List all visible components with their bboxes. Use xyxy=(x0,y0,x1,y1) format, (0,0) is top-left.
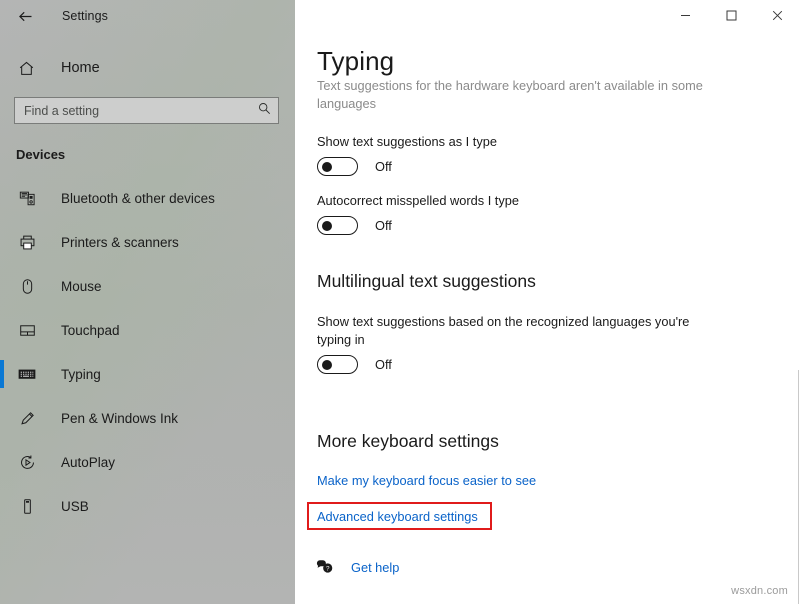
setting-label-multilingual: Show text suggestions based on the recog… xyxy=(317,314,690,347)
sidebar-nav-list: Bluetooth & other devices Printers & sca… xyxy=(0,176,295,528)
keyboard-icon xyxy=(16,363,38,385)
section-heading-more-keyboard: More keyboard settings xyxy=(317,431,499,451)
sidebar-item-label: USB xyxy=(61,498,89,514)
toggle-text-suggestions[interactable] xyxy=(317,157,358,176)
sidebar-item-label: AutoPlay xyxy=(61,454,116,470)
sidebar-item-pen-windows-ink[interactable]: Pen & Windows Ink xyxy=(0,396,295,440)
sidebar-item-autoplay[interactable]: AutoPlay xyxy=(0,440,295,484)
sidebar: Settings Home Devic xyxy=(0,0,295,604)
svg-text:?: ? xyxy=(326,566,330,573)
toggle-multilingual[interactable] xyxy=(317,355,358,374)
search-container xyxy=(14,97,279,124)
toggle-row-multilingual: Off xyxy=(317,355,392,374)
toggle-row-text-suggestions: Off xyxy=(317,157,392,176)
search-icon[interactable] xyxy=(258,102,271,120)
link-make-keyboard-focus-easier[interactable]: Make my keyboard focus easier to see xyxy=(317,473,536,488)
sidebar-item-printers-scanners[interactable]: Printers & scanners xyxy=(0,220,295,264)
sidebar-titlebar: Settings xyxy=(0,0,295,32)
touchpad-icon xyxy=(16,319,38,341)
page-title: Typing xyxy=(317,46,395,77)
sidebar-item-label: Bluetooth & other devices xyxy=(61,190,215,206)
sidebar-item-home[interactable]: Home xyxy=(0,51,295,85)
setting-label-text-suggestions: Show text suggestions as I type xyxy=(317,134,497,149)
toggle-row-autocorrect: Off xyxy=(317,216,392,235)
sidebar-item-bluetooth-other-devices[interactable]: Bluetooth & other devices xyxy=(0,176,295,220)
usb-icon xyxy=(16,495,38,517)
get-help-row[interactable]: ? Get help xyxy=(315,557,399,577)
toggle-autocorrect[interactable] xyxy=(317,216,358,235)
search-input[interactable] xyxy=(15,103,278,118)
search-box[interactable] xyxy=(14,97,279,124)
scroll-track-line[interactable] xyxy=(798,370,799,604)
home-icon xyxy=(16,58,36,78)
sidebar-item-mouse[interactable]: Mouse xyxy=(0,264,295,308)
sidebar-item-touchpad[interactable]: Touchpad xyxy=(0,308,295,352)
section-heading-multilingual: Multilingual text suggestions xyxy=(317,271,536,291)
toggle-state-multilingual: Off xyxy=(375,357,392,372)
setting-label-autocorrect: Autocorrect misspelled words I type xyxy=(317,193,519,208)
main-content: Text suggestions for the hardware keyboa… xyxy=(295,0,800,604)
watermark: wsxdn.com xyxy=(731,585,788,597)
app-title: Settings xyxy=(62,9,108,23)
sidebar-item-label: Touchpad xyxy=(61,322,120,338)
bluetooth-devices-icon xyxy=(16,187,38,209)
sidebar-item-label: Printers & scanners xyxy=(61,234,179,250)
sidebar-item-label: Typing xyxy=(61,366,101,382)
back-arrow-icon[interactable] xyxy=(14,5,36,27)
sidebar-item-typing[interactable]: Typing xyxy=(0,352,295,396)
clipped-note: Text suggestions for the hardware keyboa… xyxy=(317,78,703,111)
autoplay-icon xyxy=(16,451,38,473)
settings-window: Settings Home Devic xyxy=(0,0,800,604)
printer-icon xyxy=(16,231,38,253)
mouse-icon xyxy=(16,275,38,297)
sidebar-item-usb[interactable]: USB xyxy=(0,484,295,528)
get-help-label[interactable]: Get help xyxy=(351,560,399,575)
help-bubble-icon: ? xyxy=(315,557,335,577)
sidebar-item-label: Pen & Windows Ink xyxy=(61,410,179,426)
pen-icon xyxy=(16,407,38,429)
toggle-state-text-suggestions: Off xyxy=(375,159,392,174)
link-advanced-keyboard-settings[interactable]: Advanced keyboard settings xyxy=(317,509,478,524)
toggle-state-autocorrect: Off xyxy=(375,218,392,233)
sidebar-item-label-home: Home xyxy=(61,60,100,76)
sidebar-item-label: Mouse xyxy=(61,278,102,294)
settings-scroll-area[interactable]: Text suggestions for the hardware keyboa… xyxy=(295,0,800,604)
sidebar-section-label: Devices xyxy=(16,147,66,162)
